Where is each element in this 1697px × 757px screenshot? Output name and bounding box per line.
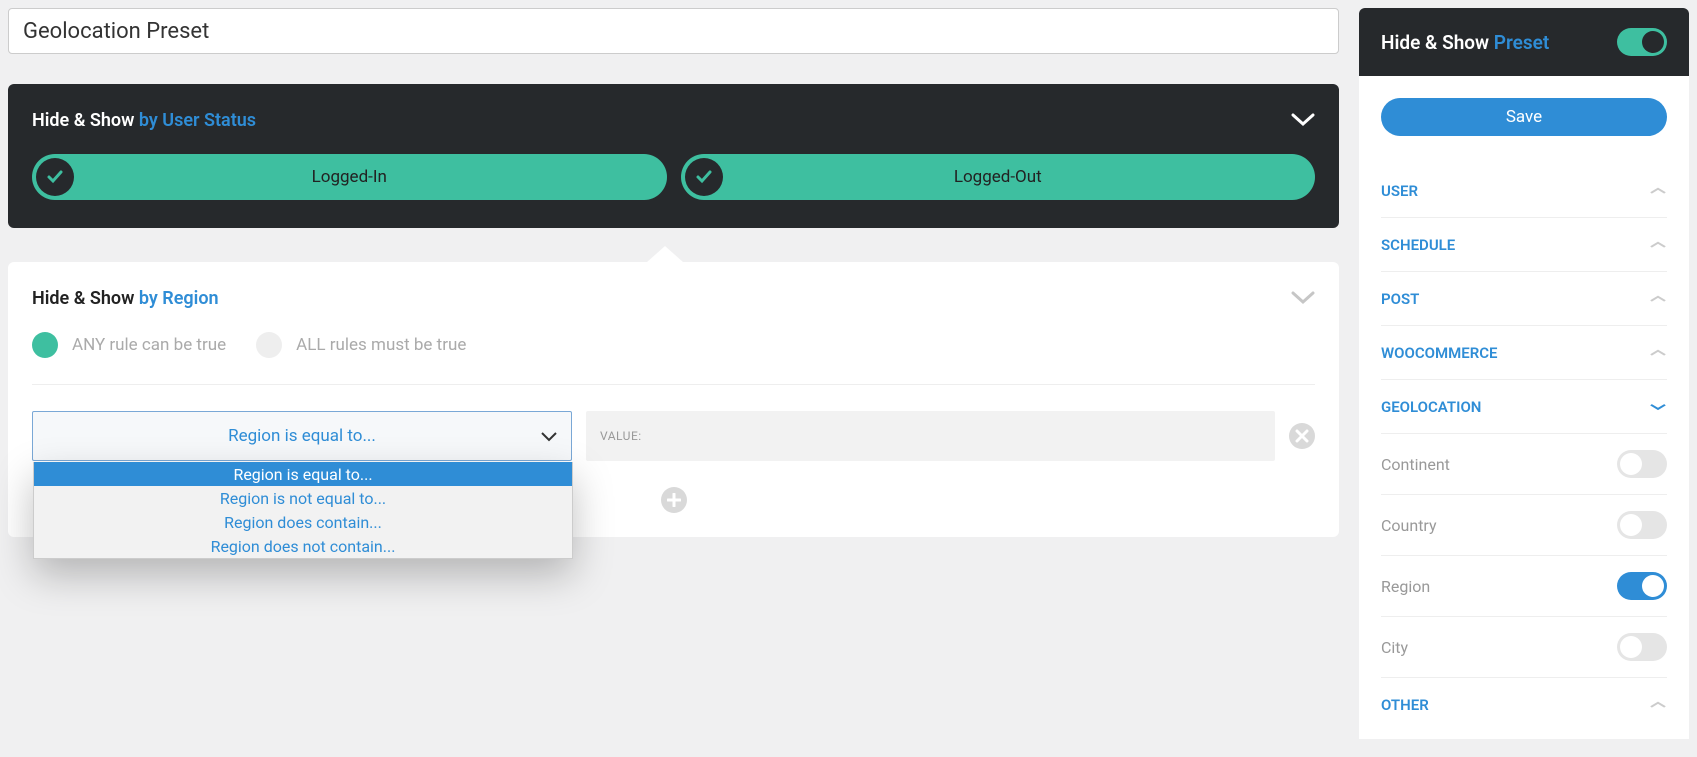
- check-icon: [685, 158, 723, 196]
- section-label: WOOCOMMERCE: [1381, 344, 1498, 362]
- geolocation-continent[interactable]: Continent: [1381, 433, 1667, 494]
- region-panel: Hide & Show by Region ANY rule can be tr…: [8, 262, 1339, 537]
- chevron-down-icon[interactable]: [1291, 108, 1315, 132]
- title-suffix: by Region: [139, 288, 219, 309]
- radio-off-icon: [256, 332, 282, 358]
- sidebar-section-other[interactable]: OTHER: [1381, 677, 1667, 731]
- sidebar-section-post[interactable]: POST: [1381, 271, 1667, 325]
- section-label: OTHER: [1381, 696, 1429, 714]
- chevron-up-icon: [1649, 345, 1667, 360]
- sidebar-section-schedule[interactable]: SCHEDULE: [1381, 217, 1667, 271]
- chevron-down-icon[interactable]: [1291, 286, 1315, 310]
- all-rules-option[interactable]: ALL rules must be true: [256, 332, 466, 358]
- continent-toggle[interactable]: [1617, 450, 1667, 478]
- geolocation-city[interactable]: City: [1381, 616, 1667, 677]
- sidebar-header: Hide & Show Preset: [1359, 8, 1689, 76]
- city-toggle[interactable]: [1617, 633, 1667, 661]
- item-label: Continent: [1381, 455, 1450, 474]
- dropdown-option[interactable]: Region does contain...: [34, 510, 572, 534]
- section-label: SCHEDULE: [1381, 236, 1455, 254]
- remove-rule-button[interactable]: [1289, 423, 1315, 449]
- select-value-label: Region is equal to...: [228, 426, 376, 446]
- add-rule-button[interactable]: [661, 487, 687, 513]
- sidebar-title: Hide & Show Preset: [1381, 31, 1549, 54]
- user-status-title: Hide & Show by User Status: [32, 110, 256, 131]
- item-label: Country: [1381, 516, 1437, 535]
- section-label: USER: [1381, 182, 1418, 200]
- chevron-up-icon: [1649, 237, 1667, 252]
- dropdown-option[interactable]: Region does not contain...: [34, 534, 572, 558]
- chevron-up-icon: [1649, 291, 1667, 306]
- item-label: Region: [1381, 577, 1430, 596]
- logged-in-label: Logged-In: [312, 167, 387, 187]
- title-suffix: by User Status: [139, 110, 256, 131]
- geolocation-country[interactable]: Country: [1381, 494, 1667, 555]
- chevron-up-icon: [1649, 697, 1667, 712]
- logged-out-label: Logged-Out: [954, 167, 1042, 187]
- chevron-up-icon: [1649, 183, 1667, 198]
- title-suffix: Preset: [1494, 31, 1549, 54]
- dropdown-option[interactable]: Region is not equal to...: [34, 486, 572, 510]
- sidebar-section-woocommerce[interactable]: WOOCOMMERCE: [1381, 325, 1667, 379]
- logged-out-pill[interactable]: Logged-Out: [681, 154, 1316, 200]
- chevron-down-icon: [1649, 399, 1667, 414]
- check-icon: [36, 158, 74, 196]
- title-prefix: Hide & Show: [32, 110, 139, 131]
- region-title: Hide & Show by Region: [32, 288, 219, 309]
- any-rule-option[interactable]: ANY rule can be true: [32, 332, 226, 358]
- dropdown-option[interactable]: Region is equal to...: [34, 462, 572, 486]
- all-rules-label: ALL rules must be true: [296, 335, 466, 355]
- title-prefix: Hide & Show: [32, 288, 139, 309]
- item-label: City: [1381, 638, 1408, 657]
- title-prefix: Hide & Show: [1381, 31, 1494, 54]
- country-toggle[interactable]: [1617, 511, 1667, 539]
- region-toggle[interactable]: [1617, 572, 1667, 600]
- section-label: GEOLOCATION: [1381, 398, 1481, 416]
- rule-condition-select[interactable]: Region is equal to... Region is equal to…: [32, 411, 572, 461]
- chevron-down-icon: [541, 427, 557, 446]
- any-rule-label: ANY rule can be true: [72, 335, 226, 355]
- sidebar-section-user[interactable]: USER: [1381, 164, 1667, 217]
- value-placeholder: VALUE:: [600, 429, 642, 443]
- preset-enabled-toggle[interactable]: [1617, 28, 1667, 56]
- preset-title-input[interactable]: [8, 8, 1339, 54]
- condition-dropdown: Region is equal to... Region is not equa…: [33, 462, 573, 559]
- sidebar-section-geolocation[interactable]: GEOLOCATION: [1381, 379, 1667, 433]
- logged-in-pill[interactable]: Logged-In: [32, 154, 667, 200]
- user-status-panel: Hide & Show by User Status Logged-In: [8, 84, 1339, 228]
- rule-value-input[interactable]: VALUE:: [586, 411, 1275, 461]
- save-button[interactable]: Save: [1381, 98, 1667, 136]
- sidebar: Hide & Show Preset Save USER SCHEDULE PO…: [1359, 8, 1689, 739]
- radio-on-icon: [32, 332, 58, 358]
- section-label: POST: [1381, 290, 1419, 308]
- geolocation-region[interactable]: Region: [1381, 555, 1667, 616]
